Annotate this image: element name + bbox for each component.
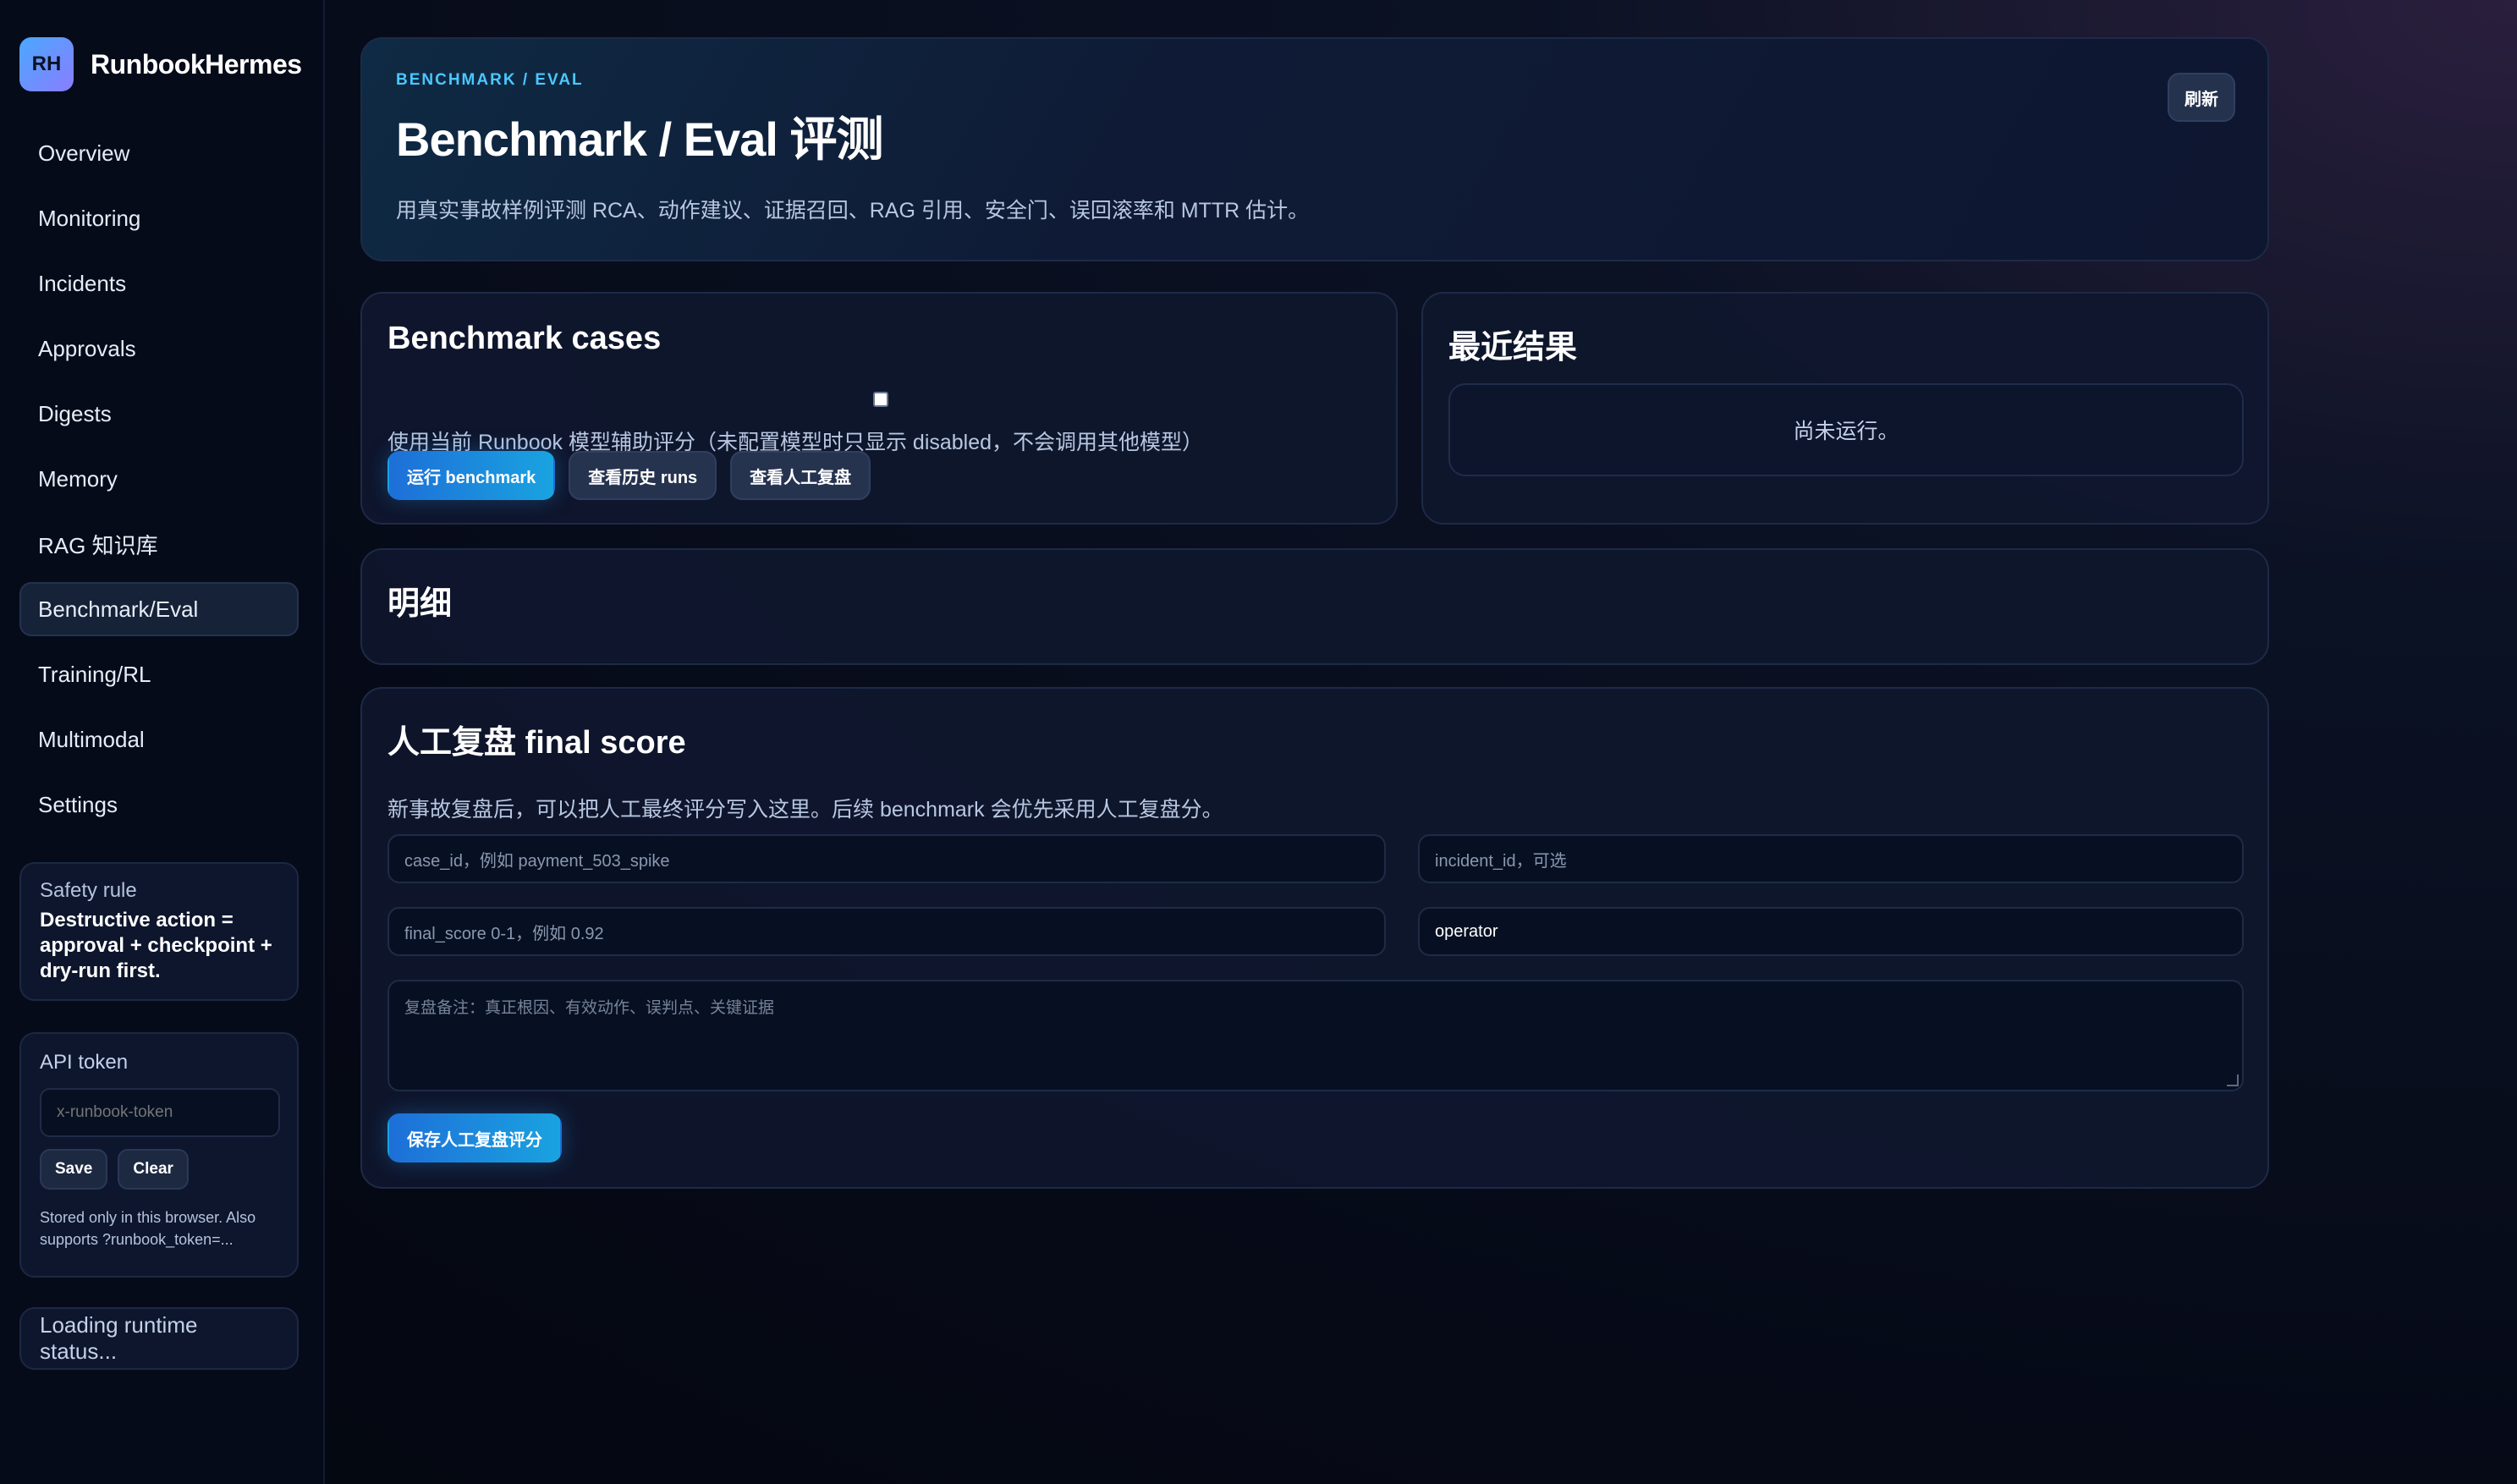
detail-title: 明细 [387,586,453,622]
benchmark-cases-title: Benchmark cases [387,321,662,356]
sidebar-item-monitoring[interactable]: Monitoring [19,191,299,245]
sidebar: RH RunbookHermes Overview Monitoring Inc… [0,0,325,1484]
recent-results-panel: 最近结果 尚未运行。 [1421,292,2269,525]
sidebar-item-incidents[interactable]: Incidents [19,256,299,311]
breadcrumb: BENCHMARK / EVAL [396,71,584,89]
manual-review-title: 人工复盘 final score [387,725,686,761]
final-score-input[interactable]: final_score 0-1，例如 0.92 [387,907,1386,956]
sidebar-item-multimodal[interactable]: Multimodal [19,712,299,767]
recent-results-empty: 尚未运行。 [1448,383,2244,476]
manual-review-note: 新事故复盘后，可以把人工最终评分写入这里。后续 benchmark 会优先采用人… [387,798,1223,822]
safety-rule-card: Safety rule Destructive action = approva… [19,862,299,1001]
page-subtitle: 用真实事故样例评测 RCA、动作建议、证据召回、RAG 引用、安全门、误回滚率和… [396,199,1310,223]
sidebar-item-digests[interactable]: Digests [19,387,299,441]
sidebar-item-overview[interactable]: Overview [19,126,299,180]
view-manual-review-button[interactable]: 查看人工复盘 [730,451,871,500]
review-notes-textarea[interactable]: 复盘备注：真正根因、有效动作、误判点、关键证据 [387,980,2244,1091]
benchmark-cases-panel: Benchmark cases 使用当前 Runbook 模型辅助评分（未配置模… [360,292,1398,525]
sidebar-item-training[interactable]: Training/RL [19,647,299,701]
sidebar-item-approvals[interactable]: Approvals [19,322,299,376]
recent-results-title: 最近结果 [1448,330,1578,366]
refresh-button[interactable]: 刷新 [2168,73,2235,122]
brand-name: RunbookHermes [91,48,302,80]
benchmark-actions: 运行 benchmark 查看历史 runs 查看人工复盘 [387,451,884,500]
sidebar-item-memory[interactable]: Memory [19,452,299,506]
sidebar-item-benchmark[interactable]: Benchmark/Eval [19,582,299,636]
sidebar-item-rag[interactable]: RAG 知识库 [19,517,299,571]
api-token-input[interactable] [40,1088,280,1137]
safety-rule-text: Destructive action = approval + checkpoi… [40,909,272,982]
resize-grip-icon[interactable] [2227,1075,2239,1086]
detail-panel: 明细 [360,548,2269,665]
manual-review-panel: 人工复盘 final score 新事故复盘后，可以把人工最终评分写入这里。后续… [360,687,2269,1189]
api-token-title: API token [40,1051,129,1074]
run-benchmark-button[interactable]: 运行 benchmark [387,451,556,500]
save-token-button[interactable]: Save [40,1149,108,1190]
review-notes-placeholder: 复盘备注：真正根因、有效动作、误判点、关键证据 [404,998,775,1017]
clear-token-button[interactable]: Clear [118,1149,189,1190]
save-manual-review-button[interactable]: 保存人工复盘评分 [387,1113,562,1162]
runtime-status: Loading runtime status... [19,1307,299,1370]
api-token-note: Stored only in this browser. Also suppor… [40,1209,256,1248]
case-id-input[interactable]: case_id，例如 payment_503_spike [387,834,1386,883]
incident-id-input[interactable]: incident_id，可选 [1418,834,2244,883]
safety-rule-title: Safety rule [40,879,137,902]
api-token-card: API token Save Clear Stored only in this… [19,1032,299,1278]
brand-logo: RH [19,37,74,91]
reviewer-input[interactable]: operator [1418,907,2244,956]
sidebar-item-settings[interactable]: Settings [19,778,299,832]
brand[interactable]: RH RunbookHermes [19,37,302,91]
api-token-actions: Save Clear [40,1149,278,1190]
view-history-runs-button[interactable]: 查看历史 runs [569,451,717,500]
sidebar-nav: Overview Monitoring Incidents Approvals … [19,126,299,843]
page-header: BENCHMARK / EVAL Benchmark / Eval 评测 用真实… [360,37,2269,261]
model-assist-checkbox[interactable] [873,392,888,407]
page-title: Benchmark / Eval 评测 [396,113,883,166]
